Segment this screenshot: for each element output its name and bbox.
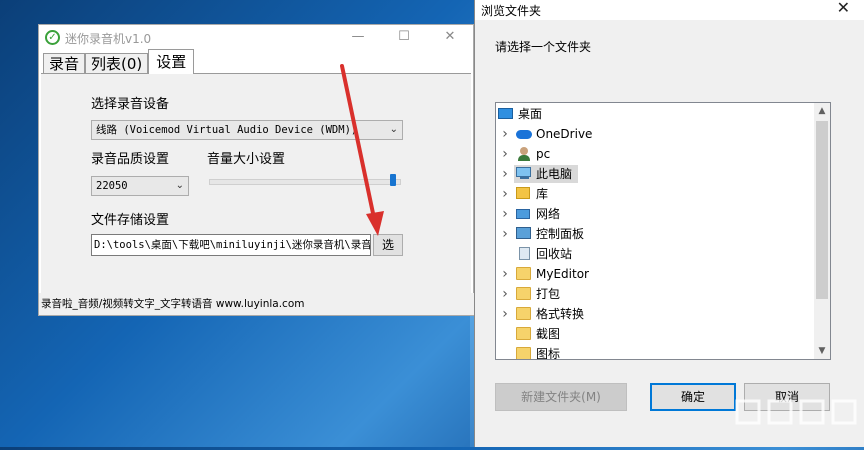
tree-item-label: OneDrive <box>536 127 593 141</box>
tree-scrollbar[interactable]: ▲ ▼ <box>814 103 830 359</box>
ok-button[interactable]: 确定 <box>650 383 736 411</box>
tree-item-label: 格式转换 <box>536 307 585 321</box>
chevron-right-icon[interactable]: › <box>500 184 510 204</box>
library-icon <box>516 187 532 201</box>
dialog-prompt: 请选择一个文件夹 <box>495 40 592 54</box>
tree-item[interactable]: › 打包 <box>496 284 814 304</box>
tree-item[interactable]: › 格式转换 <box>496 304 814 324</box>
tab-record[interactable]: 录音 <box>43 53 86 74</box>
device-select-value: 线路 (Voicemod Virtual Audio Device (WDM)) <box>96 124 358 136</box>
dialog-title: 浏览文件夹 <box>481 4 542 18</box>
chevron-right-icon[interactable]: › <box>500 124 510 144</box>
tree-item[interactable]: 桌面 <box>496 104 814 124</box>
tree-item-label: 此电脑 <box>536 167 573 181</box>
chevron-right-icon[interactable]: › <box>500 264 510 284</box>
volume-slider-track <box>209 179 401 185</box>
network-icon <box>516 207 532 221</box>
folder-tree[interactable]: ▲ ▼ 桌面 › OneDrive › pc › 此电脑 › 库 › 网络 › 控制面板 回收站 › MyEd… <box>495 102 831 360</box>
device-select[interactable]: 线路 (Voicemod Virtual Audio Device (WDM))… <box>91 120 403 140</box>
folder-icon <box>516 267 532 281</box>
new-folder-button[interactable]: 新建文件夹(M) <box>495 383 627 411</box>
chevron-right-icon[interactable]: › <box>500 304 510 324</box>
chevron-down-icon: ⌄ <box>175 180 184 191</box>
folder-icon <box>516 287 532 301</box>
quality-select[interactable]: 22050 ⌄ <box>91 176 189 196</box>
tree-item-label: 库 <box>536 187 549 201</box>
browse-button[interactable]: 选 <box>373 234 403 256</box>
tree-item[interactable]: › 库 <box>496 184 814 204</box>
scroll-up-icon[interactable]: ▲ <box>814 103 830 119</box>
chevron-right-icon[interactable]: › <box>500 204 510 224</box>
volume-slider-thumb[interactable] <box>390 174 397 186</box>
tree-item[interactable]: › 控制面板 <box>496 224 814 244</box>
settings-panel: 选择录音设备 线路 (Voicemod Virtual Audio Device… <box>41 73 471 296</box>
chevron-right-icon[interactable]: › <box>500 164 510 184</box>
recorder-tabs: 录音 列表(0) 设置 <box>43 49 195 74</box>
user-icon <box>516 147 532 161</box>
tree-item-label: 网络 <box>536 207 561 221</box>
recorder-titlebar[interactable]: ✓ 迷你录音机v1.0 — ☐ ✕ <box>39 25 473 51</box>
recorder-title: 迷你录音机v1.0 <box>65 32 152 46</box>
tree-item[interactable]: 回收站 <box>496 244 814 264</box>
dialog-titlebar[interactable]: 浏览文件夹 ✕ <box>475 0 864 20</box>
chevron-right-icon[interactable]: › <box>500 284 510 304</box>
storage-path-input[interactable]: D:\tools\桌面\下载吧\miniluyinji\迷你录音机\录音 <box>91 234 371 256</box>
maximize-button[interactable]: ☐ <box>381 25 427 51</box>
tree-item-label: 打包 <box>536 287 561 301</box>
tree-item-label: 截图 <box>536 327 561 341</box>
tree-item[interactable]: › MyEditor <box>496 264 814 284</box>
scrollbar-thumb[interactable] <box>816 121 828 299</box>
tree-item-label: 图标 <box>536 347 561 360</box>
tree-item[interactable]: 截图 <box>496 324 814 344</box>
tree-item-label: pc <box>536 147 551 161</box>
scroll-down-icon[interactable]: ▼ <box>814 343 830 359</box>
browse-folder-dialog: 浏览文件夹 ✕ 请选择一个文件夹 ▲ ▼ 桌面 › OneDrive › pc › 此电脑 ›… <box>474 0 864 447</box>
tree-item[interactable]: › OneDrive <box>496 124 814 144</box>
tree-item-label: 桌面 <box>518 107 543 121</box>
device-label: 选择录音设备 <box>91 97 170 112</box>
app-check-icon: ✓ <box>45 30 60 45</box>
watermark-logo <box>735 395 863 445</box>
storage-label: 文件存储设置 <box>91 213 170 228</box>
chevron-down-icon: ⌄ <box>389 124 398 135</box>
desktop-icon <box>498 107 514 121</box>
tree-item[interactable]: › pc <box>496 144 814 164</box>
tree-item[interactable]: 图标 <box>496 344 814 360</box>
tree-item-label: MyEditor <box>536 267 589 281</box>
folder-icon <box>516 327 532 341</box>
folder-icon <box>516 347 532 359</box>
tree-item[interactable]: › 网络 <box>496 204 814 224</box>
tree-item-label: 回收站 <box>536 247 573 261</box>
computer-icon <box>516 167 532 181</box>
control-panel-icon <box>516 227 532 241</box>
cloud-icon <box>516 127 532 141</box>
close-button[interactable]: ✕ <box>427 25 473 51</box>
minimize-button[interactable]: — <box>335 25 381 51</box>
folder-icon <box>516 307 532 321</box>
quality-label: 录音品质设置 <box>91 152 170 167</box>
volume-label: 音量大小设置 <box>207 152 286 167</box>
recycle-bin-icon <box>516 247 532 261</box>
quality-select-value: 22050 <box>96 180 128 192</box>
tab-settings[interactable]: 设置 <box>148 49 195 74</box>
chevron-right-icon[interactable]: › <box>500 224 510 244</box>
tab-list[interactable]: 列表(0) <box>85 53 149 74</box>
tree-item[interactable]: › 此电脑 <box>496 164 814 184</box>
chevron-right-icon[interactable]: › <box>500 144 510 164</box>
status-bar: 录音啦_音频/视频转文字_文字转语音 www.luyinla.com <box>39 293 475 315</box>
close-icon[interactable]: ✕ <box>837 0 850 17</box>
recorder-window: ✓ 迷你录音机v1.0 — ☐ ✕ 录音 列表(0) 设置 选择录音设备 线路 … <box>38 24 475 316</box>
tree-item-label: 控制面板 <box>536 227 585 241</box>
